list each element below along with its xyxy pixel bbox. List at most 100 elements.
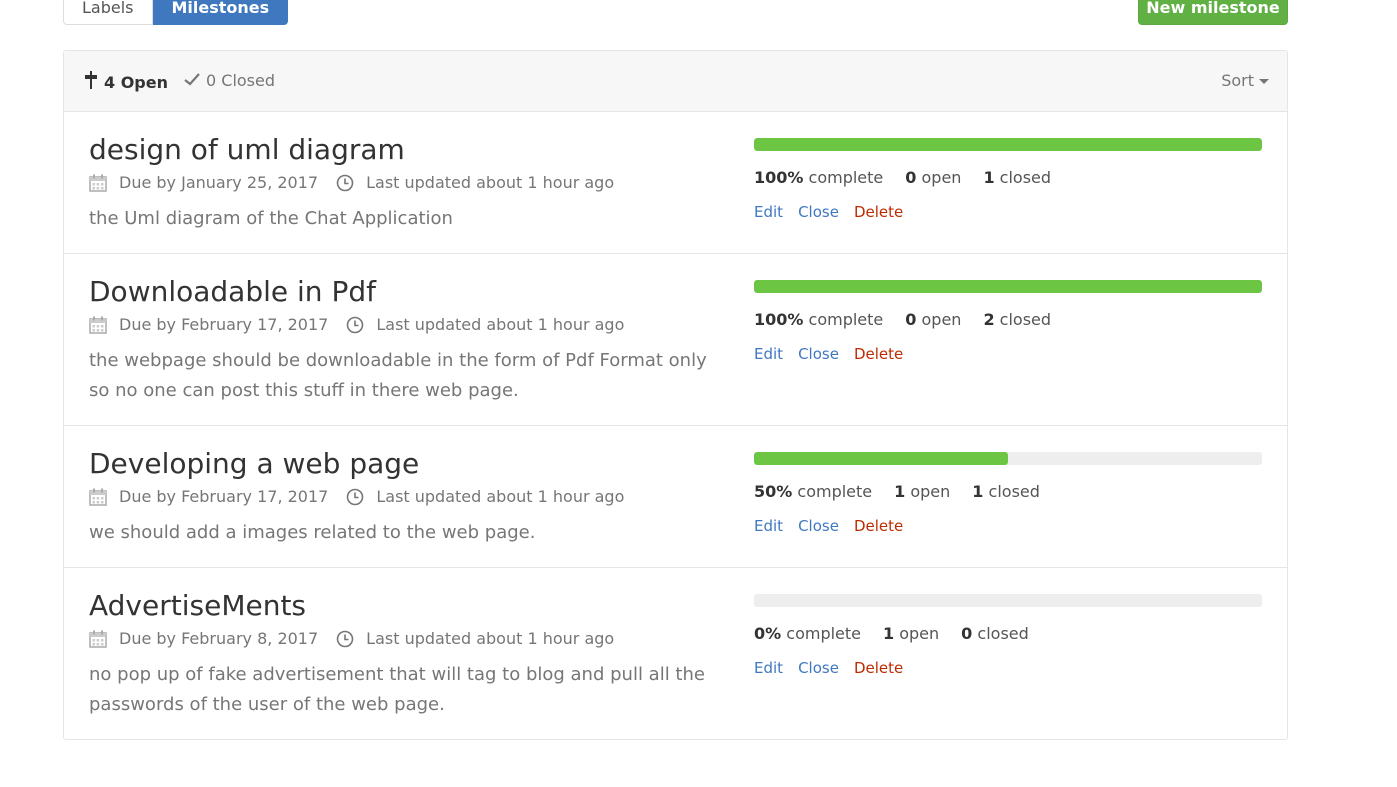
open-issues: 0 open: [905, 310, 961, 330]
closed-issues: 1 closed: [983, 168, 1051, 188]
delete-link[interactable]: Delete: [854, 658, 903, 678]
milestone-stats: 100% complete 0 open 1 closed: [754, 168, 1262, 188]
milestone-info: Developing a web page Due by February 17,…: [89, 446, 709, 548]
edit-link[interactable]: Edit: [754, 516, 783, 536]
milestone-actions: Edit Close Delete: [754, 202, 1262, 222]
open-issues-count: 1: [883, 624, 895, 643]
tab-milestones[interactable]: Milestones: [152, 0, 289, 25]
clock-icon: [336, 174, 354, 192]
last-updated: Last updated about 1 hour ago: [376, 315, 625, 334]
delete-link[interactable]: Delete: [854, 202, 903, 222]
complete-label: complete: [797, 482, 873, 501]
closed-issues: 0 closed: [961, 624, 1029, 644]
milestone-progress: 100% complete 0 open 1 closed Edit Close Dele…: [754, 138, 1262, 222]
milestone-title[interactable]: Downloadable in Pdf: [89, 274, 709, 310]
check-icon: [184, 71, 206, 91]
closed-issues-count: 2: [983, 310, 995, 329]
progress-bar: [754, 138, 1262, 151]
close-link[interactable]: Close: [798, 202, 839, 222]
percent-complete: 100% complete: [754, 168, 883, 188]
open-issues-label: open: [899, 624, 940, 643]
tab-labels[interactable]: Labels: [63, 0, 153, 25]
edit-link[interactable]: Edit: [754, 202, 783, 222]
new-milestone-button[interactable]: New milestone: [1138, 0, 1288, 25]
milestone-actions: Edit Close Delete: [754, 516, 1262, 536]
clock-icon: [346, 316, 364, 334]
milestone-progress: 0% complete 1 open 0 closed Edit Close Delete: [754, 594, 1262, 678]
milestone-stats: 50% complete 1 open 1 closed: [754, 482, 1262, 502]
closed-issues-count: 0: [961, 624, 973, 643]
caret-down-icon: [1259, 78, 1269, 84]
calendar-icon: [89, 316, 107, 334]
percent-value: 100%: [754, 310, 804, 329]
complete-label: complete: [808, 310, 884, 329]
milestone-title[interactable]: design of uml diagram: [89, 132, 709, 168]
milestone-actions: Edit Close Delete: [754, 344, 1262, 364]
complete-label: complete: [808, 168, 884, 187]
closed-issues-label: closed: [999, 310, 1052, 329]
progress-bar: [754, 280, 1262, 293]
milestone-description: we should add a images related to the we…: [89, 522, 536, 543]
close-link[interactable]: Close: [798, 344, 839, 364]
percent-complete: 0% complete: [754, 624, 861, 644]
open-filter[interactable]: 4 Open: [84, 71, 168, 94]
last-updated: Last updated about 1 hour ago: [366, 173, 615, 192]
open-count-label: 4 Open: [104, 72, 168, 92]
closed-issues: 1 closed: [972, 482, 1040, 502]
percent-complete: 100% complete: [754, 310, 883, 330]
milestone-stats: 0% complete 1 open 0 closed: [754, 624, 1262, 644]
milestone-info: design of uml diagram Due by January 25, …: [89, 132, 709, 234]
closed-filter[interactable]: 0 Closed: [184, 71, 275, 91]
milestone-meta: Due by February 17, 2017 Last updated abo…: [89, 314, 709, 336]
close-link[interactable]: Close: [798, 658, 839, 678]
open-issues-label: open: [910, 482, 951, 501]
subnav-tabs: Labels Milestones: [63, 0, 289, 25]
edit-link[interactable]: Edit: [754, 344, 783, 364]
sort-dropdown[interactable]: Sort: [1221, 71, 1269, 91]
percent-value: 50%: [754, 482, 793, 501]
milestone-description: the webpage should be downloadable in th…: [89, 350, 707, 401]
calendar-icon: [89, 174, 107, 192]
milestone-icon: [84, 71, 104, 94]
milestone-description: no pop up of fake advertisement that wil…: [89, 664, 705, 715]
open-issues-label: open: [921, 168, 962, 187]
open-issues: 1 open: [894, 482, 950, 502]
close-link[interactable]: Close: [798, 516, 839, 536]
delete-link[interactable]: Delete: [854, 516, 903, 536]
milestone-title[interactable]: Developing a web page: [89, 446, 709, 482]
closed-issues-label: closed: [977, 624, 1029, 643]
sort-label: Sort: [1221, 71, 1254, 90]
closed-issues: 2 closed: [983, 310, 1051, 330]
delete-link[interactable]: Delete: [854, 344, 903, 364]
percent-complete: 50% complete: [754, 482, 872, 502]
calendar-icon: [89, 488, 107, 506]
progress-bar: [754, 452, 1262, 465]
last-updated: Last updated about 1 hour ago: [376, 487, 625, 506]
progress-bar-fill: [754, 452, 1008, 465]
closed-issues-label: closed: [999, 168, 1052, 187]
closed-issues-count: 1: [972, 482, 984, 501]
progress-bar: [754, 594, 1262, 607]
open-issues: 1 open: [883, 624, 939, 644]
milestone-actions: Edit Close Delete: [754, 658, 1262, 678]
milestone-meta: Due by January 25, 2017 Last updated abou…: [89, 172, 709, 194]
milestone-info: Downloadable in Pdf Due by February 17, 2…: [89, 274, 709, 406]
milestone-item: design of uml diagram Due by January 25, …: [64, 112, 1287, 254]
progress-bar-fill: [754, 280, 1262, 293]
milestone-title[interactable]: AdvertiseMents: [89, 588, 709, 624]
due-date: Due by February 8, 2017: [119, 629, 319, 648]
edit-link[interactable]: Edit: [754, 658, 783, 678]
due-date: Due by January 25, 2017: [119, 173, 319, 192]
due-date: Due by February 17, 2017: [119, 487, 329, 506]
due-date: Due by February 17, 2017: [119, 315, 329, 334]
percent-value: 100%: [754, 168, 804, 187]
open-issues-count: 1: [894, 482, 906, 501]
milestone-description: the Uml diagram of the Chat Application: [89, 208, 453, 229]
open-issues: 0 open: [905, 168, 961, 188]
open-issues-count: 0: [905, 310, 917, 329]
calendar-icon: [89, 630, 107, 648]
closed-issues-count: 1: [983, 168, 995, 187]
milestones-list: 4 Open 0 Closed Sort design of uml diagr…: [63, 50, 1288, 740]
percent-value: 0%: [754, 624, 782, 643]
closed-count-label: 0 Closed: [206, 71, 276, 90]
